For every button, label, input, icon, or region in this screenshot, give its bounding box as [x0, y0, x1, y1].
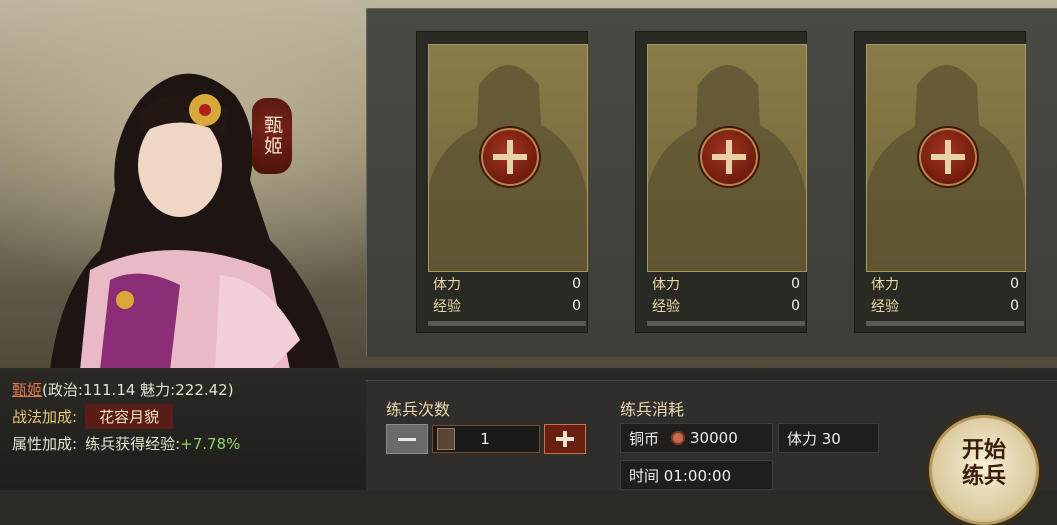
time-cost: 时间 01:00:00	[620, 460, 773, 490]
train-count-stepper: 1	[386, 424, 586, 454]
exp-label: 经验	[433, 299, 461, 315]
add-troop-icon[interactable]	[917, 126, 979, 188]
hero-portrait	[50, 73, 340, 368]
increase-button[interactable]	[544, 424, 586, 454]
time-cost-text: 时间 01:00:00	[629, 466, 732, 485]
hero-info: 甄姬 (政治:111.14 魅力:222.42) 战法加成: 花容月貌 属性加成…	[12, 376, 240, 457]
troop-slot-1[interactable]: 体力 0 经验 0	[416, 31, 588, 333]
copper-value: 30000	[690, 429, 738, 447]
attr-bonus-percent: +7.78%	[180, 434, 241, 453]
stamina-label: 体力	[652, 277, 680, 293]
slot-portrait	[866, 44, 1026, 272]
attr-bonus-line: 属性加成: 练兵获得经验: +7.78%	[12, 430, 240, 457]
scroll-icon	[437, 428, 455, 450]
troop-slot-3[interactable]: 体力 0 经验 0	[854, 31, 1026, 333]
copper-cost: 铜币 30000	[620, 423, 773, 453]
hero-name-tag: 甄姬	[252, 98, 292, 174]
slot-progress-bar	[647, 321, 805, 326]
stamina-value: 0	[1010, 276, 1019, 292]
train-count-title: 练兵次数	[386, 400, 451, 419]
slot-portrait	[428, 44, 588, 272]
train-count-value: 1	[480, 430, 490, 448]
decrease-button[interactable]	[386, 424, 428, 454]
stamina-value: 0	[791, 276, 800, 292]
stamina-cost: 体力 30	[778, 423, 879, 453]
copper-coin-icon	[671, 431, 686, 445]
attr-label: 属性加成:	[12, 435, 78, 453]
hero-name[interactable]: 甄姬	[12, 379, 42, 400]
training-slots-panel: 体力 0 经验 0 体力 0 经验 0 体力 0 经验 0	[366, 8, 1057, 357]
exp-label: 经验	[871, 299, 899, 315]
slot-portrait	[647, 44, 807, 272]
hero-attributes: (政治:111.14 魅力:222.42)	[42, 381, 234, 399]
attr-text: 练兵获得经验:	[85, 435, 181, 453]
troop-slot-2[interactable]: 体力 0 经验 0	[635, 31, 807, 333]
slot-stats: 体力 0 经验 0	[866, 273, 1024, 320]
hero-portrait-area: 甄姬	[0, 0, 365, 368]
exp-value: 0	[1010, 298, 1019, 314]
tactic-label: 战法加成:	[12, 408, 78, 426]
copper-label: 铜币	[629, 429, 660, 448]
add-troop-icon[interactable]	[698, 126, 760, 188]
stamina-cost-text: 体力 30	[787, 429, 841, 448]
slot-progress-bar	[866, 321, 1024, 326]
start-training-button[interactable]: 开始练兵	[929, 415, 1039, 525]
train-cost-title: 练兵消耗	[620, 400, 685, 419]
stamina-value: 0	[572, 276, 581, 292]
tactic-badge: 花容月貌	[85, 404, 174, 429]
tactic-line: 战法加成: 花容月貌	[12, 403, 240, 430]
add-troop-icon[interactable]	[479, 126, 541, 188]
exp-value: 0	[791, 298, 800, 314]
stamina-label: 体力	[871, 277, 899, 293]
slot-stats: 体力 0 经验 0	[647, 273, 805, 320]
slot-stats: 体力 0 经验 0	[428, 273, 586, 320]
start-training-label: 开始练兵	[961, 438, 1006, 489]
slot-progress-bar	[428, 321, 586, 326]
stamina-label: 体力	[433, 277, 461, 293]
exp-label: 经验	[652, 299, 680, 315]
hero-stats-line: 甄姬 (政治:111.14 魅力:222.42)	[12, 376, 240, 403]
train-count-field[interactable]: 1	[432, 425, 540, 453]
exp-value: 0	[572, 298, 581, 314]
